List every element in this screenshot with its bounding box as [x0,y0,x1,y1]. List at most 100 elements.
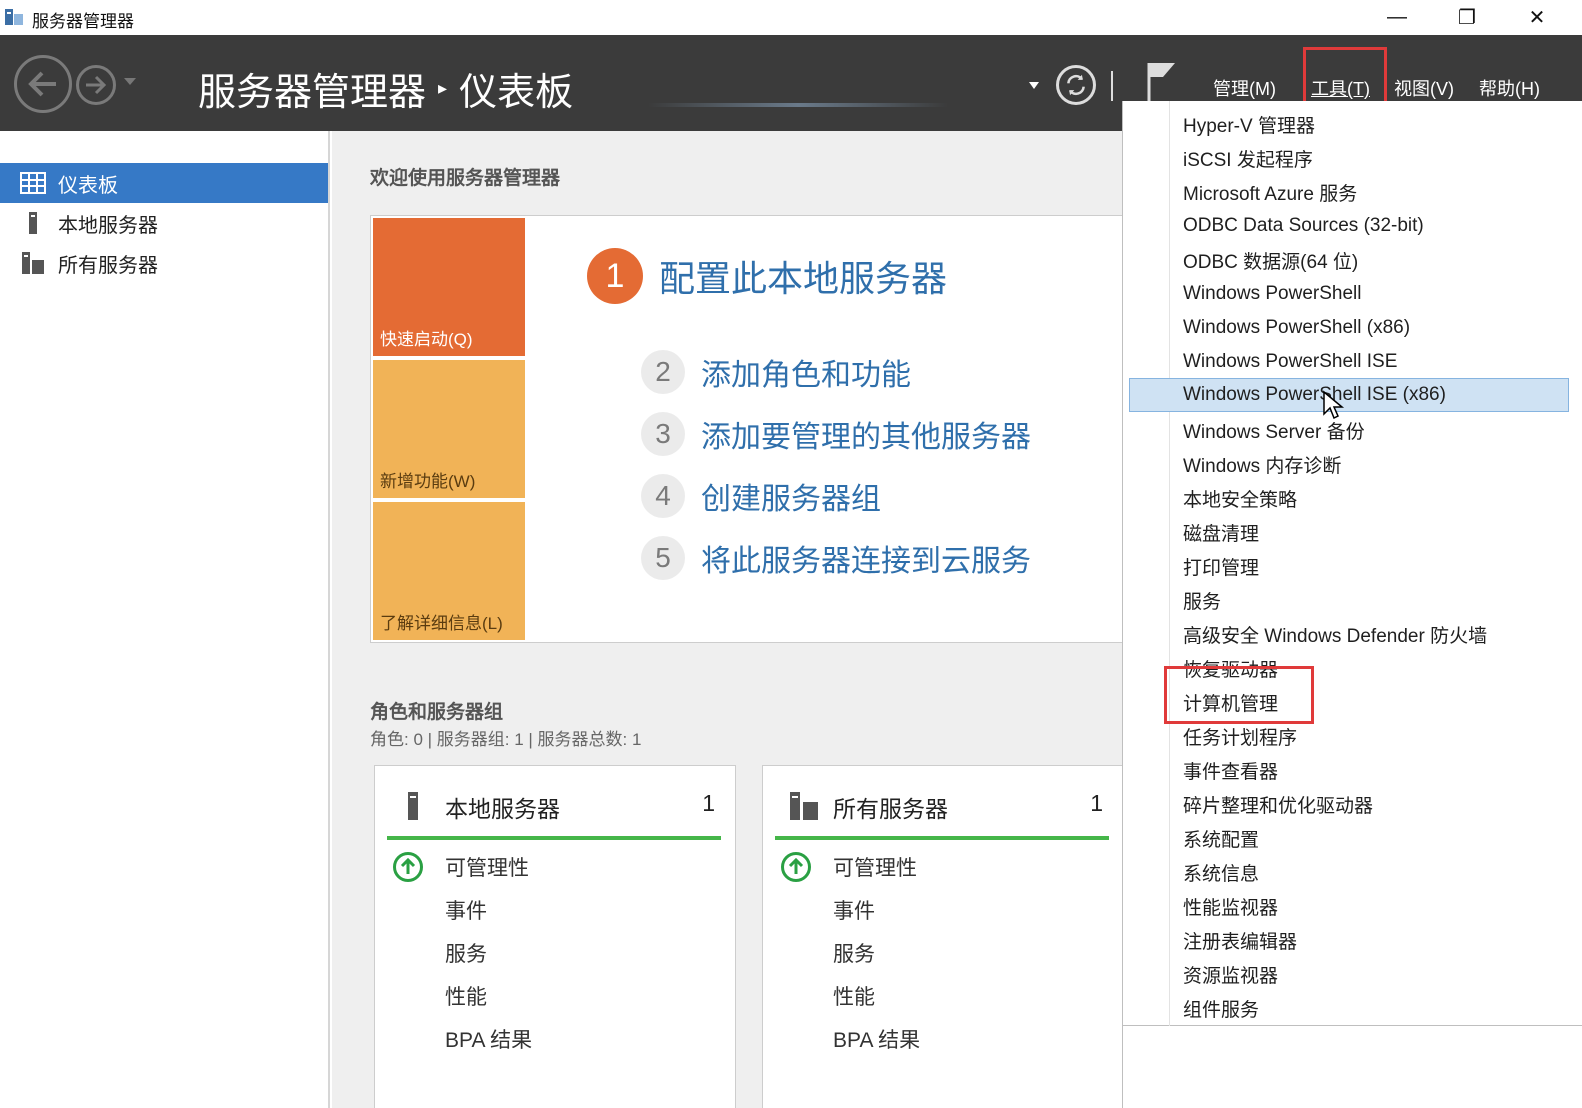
progress-line [648,103,948,107]
menu-item-defragment[interactable]: 碎片整理和优化驱动器 [1123,787,1582,821]
card-row-bpa[interactable]: BPA 结果 [445,1024,532,1054]
menu-item-resource-monitor[interactable]: 资源监视器 [1123,957,1582,991]
restore-button[interactable]: ❐ [1432,0,1502,35]
menu-item-system-configuration[interactable]: 系统配置 [1123,821,1582,855]
arrow-left-icon [28,71,56,97]
menu-item-server-backup[interactable]: Windows Server 备份 [1123,413,1582,447]
welcome-heading: 欢迎使用服务器管理器 [370,168,561,189]
servers-icon [790,792,818,820]
dashboard-grid-icon [20,172,46,194]
step-link[interactable]: 将此服务器连接到云服务 [701,536,1031,580]
card-all-servers[interactable]: 所有服务器 1 可管理性 事件 服务 性能 BPA 结果 [762,765,1124,1108]
menu-item-hyperv[interactable]: Hyper-V 管理器 [1123,107,1582,141]
menu-item-print-management[interactable]: 打印管理 [1123,549,1582,583]
card-row-performance[interactable]: 性能 [833,981,875,1011]
step-connect-cloud[interactable]: 5 将此服务器连接到云服务 [641,536,1031,580]
step-link[interactable]: 添加角色和功能 [701,350,911,394]
card-title[interactable]: 本地服务器 [445,790,560,824]
window-title-bar: 服务器管理器 — ❐ ✕ [0,0,1582,35]
refresh-dropdown-icon[interactable] [1029,82,1039,89]
menu-view[interactable]: 视图(V) [1394,75,1454,101]
up-arrow-ok-icon [781,852,811,882]
tile-learn-more[interactable]: 了解详细信息(L) [373,502,525,640]
step-number: 5 [641,536,685,580]
step-number: 2 [641,350,685,394]
menu-item-services[interactable]: 服务 [1123,583,1582,617]
refresh-icon[interactable] [1056,65,1096,105]
sidebar-item-label: 仪表板 [58,174,118,197]
card-row-bpa[interactable]: BPA 结果 [833,1024,920,1054]
minimize-button[interactable]: — [1362,0,1432,35]
sidebar-item-local-server[interactable]: 本地服务器 [0,203,328,243]
sidebar-item-all-servers[interactable]: 所有服务器 [0,243,328,283]
menu-item-iscsi[interactable]: iSCSI 发起程序 [1123,141,1582,175]
menu-item-system-information[interactable]: 系统信息 [1123,855,1582,889]
server-tower-icon [408,792,418,820]
menu-manage[interactable]: 管理(M) [1213,75,1276,101]
card-title[interactable]: 所有服务器 [833,790,948,824]
breadcrumb: 服务器管理器 ▸ 仪表板 [198,61,573,116]
tile-quick-start[interactable]: 快速启动(Q) [373,218,525,356]
header-divider [1111,71,1113,101]
card-row-events[interactable]: 事件 [445,895,487,925]
quick-start-panel: 快速启动(Q) 新增功能(W) 了解详细信息(L) 1 配置此本地服务器 2 添… [370,215,1124,643]
breadcrumb-page: 仪表板 [459,72,574,114]
step-create-group[interactable]: 4 创建服务器组 [641,474,881,518]
menu-item-odbc32[interactable]: ODBC Data Sources (32-bit) [1123,209,1582,243]
menu-item-task-scheduler[interactable]: 任务计划程序 [1123,719,1582,753]
menu-item-local-security-policy[interactable]: 本地安全策略 [1123,481,1582,515]
sidebar-item-label: 本地服务器 [58,214,158,237]
back-button[interactable] [14,55,72,113]
sidebar-item-dashboard[interactable]: 仪表板 [0,163,328,203]
notifications-flag-icon[interactable] [1145,59,1179,103]
menu-help[interactable]: 帮助(H) [1479,75,1540,101]
forward-button[interactable] [76,65,116,105]
step-number: 1 [587,248,643,304]
menu-item-odbc64[interactable]: ODBC 数据源(64 位) [1123,243,1582,277]
menu-item-powershell-ise-x86[interactable]: Windows PowerShell ISE (x86) [1129,378,1569,412]
step-add-roles[interactable]: 2 添加角色和功能 [641,350,911,394]
sidebar-item-label: 所有服务器 [58,254,158,277]
menu-item-defender-firewall[interactable]: 高级安全 Windows Defender 防火墙 [1123,617,1582,651]
menu-item-powershell-ise[interactable]: Windows PowerShell ISE [1123,345,1582,379]
card-count: 1 [702,790,715,816]
step-link[interactable]: 添加要管理的其他服务器 [701,412,1031,456]
status-bar [775,836,1109,840]
menu-item-disk-cleanup[interactable]: 磁盘清理 [1123,515,1582,549]
dashboard-main: 欢迎使用服务器管理器 快速启动(Q) 新增功能(W) 了解详细信息(L) 1 配… [332,131,1124,1108]
card-row-manageability[interactable]: 可管理性 [445,852,529,882]
roles-heading: 角色和服务器组 [370,702,504,723]
card-row-events[interactable]: 事件 [833,895,875,925]
menu-item-powershell-x86[interactable]: Windows PowerShell (x86) [1123,311,1582,345]
menu-item-registry-editor[interactable]: 注册表编辑器 [1123,923,1582,957]
annotation-box-computer-management [1164,666,1314,724]
card-row-services[interactable]: 服务 [445,938,487,968]
menu-item-performance-monitor[interactable]: 性能监视器 [1123,889,1582,923]
breadcrumb-app[interactable]: 服务器管理器 [198,61,426,116]
card-row-performance[interactable]: 性能 [445,981,487,1011]
right-panel-background [1122,1026,1582,1108]
step-link[interactable]: 配置此本地服务器 [659,250,947,302]
breadcrumb-separator-icon: ▸ [438,78,448,98]
servers-icon [22,252,44,274]
close-button[interactable]: ✕ [1502,0,1572,35]
menu-item-memory-diagnostic[interactable]: Windows 内存诊断 [1123,447,1582,481]
menu-item-powershell[interactable]: Windows PowerShell [1123,277,1582,311]
roles-summary: 角色: 0 | 服务器组: 1 | 服务器总数: 1 [370,730,642,749]
step-link[interactable]: 创建服务器组 [701,474,881,518]
card-local-server[interactable]: 本地服务器 1 可管理性 事件 服务 性能 BPA 结果 [374,765,736,1108]
arrow-right-icon [86,75,107,95]
menu-item-component-services[interactable]: 组件服务 [1123,991,1582,1025]
menu-item-azure[interactable]: Microsoft Azure 服务 [1123,175,1582,209]
step-configure-local-server[interactable]: 1 配置此本地服务器 [587,248,947,304]
card-row-manageability[interactable]: 可管理性 [833,852,917,882]
menu-item-event-viewer[interactable]: 事件查看器 [1123,753,1582,787]
server-manager-app-icon [5,9,23,25]
step-add-servers[interactable]: 3 添加要管理的其他服务器 [641,412,1031,456]
sidebar: 仪表板 本地服务器 所有服务器 [0,131,330,1108]
tile-whats-new[interactable]: 新增功能(W) [373,360,525,498]
history-dropdown-icon[interactable] [124,78,136,85]
card-row-services[interactable]: 服务 [833,938,875,968]
server-tower-icon [29,212,37,234]
step-number: 4 [641,474,685,518]
